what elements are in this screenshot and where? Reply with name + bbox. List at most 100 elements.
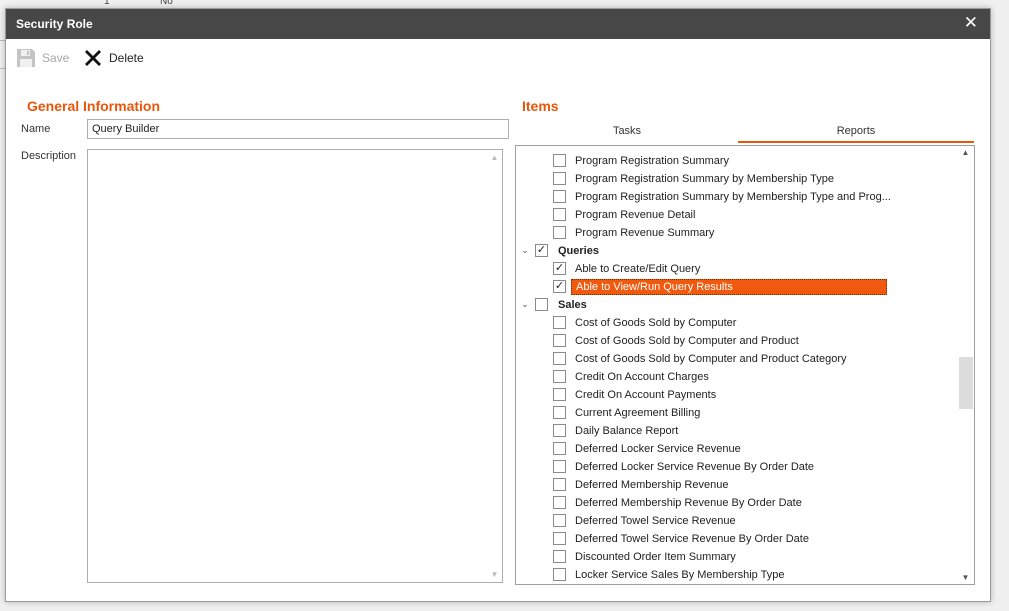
row-checkbox[interactable] <box>535 298 548 311</box>
row-checkbox[interactable]: ✓ <box>553 262 566 275</box>
checkmark-icon: ✓ <box>554 262 565 274</box>
tree-item-label: Daily Balance Report <box>575 425 679 437</box>
tree-item-label: Deferred Locker Service Revenue <box>575 443 741 455</box>
description-field[interactable]: ▲ ▼ <box>87 149 503 583</box>
reports-tree: Program Registration Summary Program Regi… <box>515 145 975 585</box>
tree-group-row[interactable]: ⌄ Sales <box>516 297 956 315</box>
tree-item-row[interactable]: ✓ Able to View/Run Query Results <box>516 279 956 297</box>
floppy-disk-icon <box>15 47 37 69</box>
row-checkbox[interactable] <box>553 154 566 167</box>
tree-item-label: Program Registration Summary <box>575 155 730 167</box>
tree-item-row[interactable]: Locker Service Sales By Membership Type <box>516 567 956 584</box>
row-checkbox[interactable] <box>553 370 566 383</box>
tree-item-row[interactable]: Credit On Account Payments <box>516 387 956 405</box>
row-checkbox[interactable] <box>553 208 566 221</box>
tree-scrollbar[interactable]: ▲ ▼ <box>957 146 974 584</box>
tree-item-row[interactable]: Current Agreement Billing <box>516 405 956 423</box>
row-checkbox[interactable] <box>553 568 566 581</box>
row-checkbox[interactable]: ✓ <box>553 280 566 293</box>
x-delete-icon <box>82 47 104 69</box>
scroll-down-arrow-icon[interactable]: ▼ <box>957 573 974 582</box>
tree-item-label: Cost of Goods Sold by Computer and Produ… <box>575 335 799 347</box>
tree-item-label: Deferred Membership Revenue By Order Dat… <box>575 497 802 509</box>
scroll-down-arrow-icon[interactable]: ▼ <box>488 570 501 579</box>
name-label: Name <box>21 123 51 135</box>
tree-item-row[interactable]: ✓ Able to Create/Edit Query <box>516 261 956 279</box>
tree-group-label: Sales <box>558 299 587 311</box>
tree-item-row[interactable]: Deferred Towel Service Revenue By Order … <box>516 531 956 549</box>
tree-item-label: Program Revenue Summary <box>575 227 715 239</box>
row-checkbox[interactable] <box>553 388 566 401</box>
tree-item-label: Current Agreement Billing <box>575 407 701 419</box>
tree-item-row[interactable]: Program Revenue Detail <box>516 207 956 225</box>
name-field[interactable] <box>87 119 509 139</box>
tree-item-row[interactable]: Cost of Goods Sold by Computer and Produ… <box>516 351 956 369</box>
dialog-title: Security Role <box>16 17 93 31</box>
delete-button[interactable]: Delete <box>82 47 144 69</box>
row-checkbox[interactable]: ✓ <box>535 244 548 257</box>
tree-item-label: Deferred Membership Revenue <box>575 479 729 491</box>
tree-item-row[interactable]: Deferred Towel Service Revenue <box>516 513 956 531</box>
scrollbar-thumb[interactable] <box>959 356 973 409</box>
general-information-title: General Information <box>27 98 161 114</box>
tree-item-label: Locker Service Sales By Membership Type <box>575 569 785 581</box>
tree-item-row[interactable]: Deferred Locker Service Revenue By Order… <box>516 459 956 477</box>
tree-item-label: Credit On Account Charges <box>575 371 709 383</box>
tree-item-row[interactable]: Deferred Membership Revenue <box>516 477 956 495</box>
tree-item-row[interactable]: Discounted Order Item Summary <box>516 549 956 567</box>
row-checkbox[interactable] <box>553 442 566 455</box>
row-checkbox[interactable] <box>553 190 566 203</box>
row-checkbox[interactable] <box>553 226 566 239</box>
tree-item-label: Program Revenue Detail <box>575 209 696 221</box>
tree-item-row[interactable]: Deferred Membership Revenue By Order Dat… <box>516 495 956 513</box>
tab-tasks[interactable]: Tasks <box>516 123 738 143</box>
row-checkbox[interactable] <box>553 172 566 185</box>
row-checkbox[interactable] <box>553 478 566 491</box>
scroll-up-arrow-icon[interactable]: ▲ <box>488 153 501 162</box>
tree-item-row[interactable]: Daily Balance Report <box>516 423 956 441</box>
tree-item-label: Credit On Account Payments <box>575 389 717 401</box>
save-button-label: Save <box>42 51 70 65</box>
checkmark-icon: ✓ <box>536 244 547 256</box>
row-checkbox[interactable] <box>553 550 566 563</box>
tree-group-row[interactable]: ⌄ ✓ Queries <box>516 243 956 261</box>
tree-item-row[interactable]: Program Registration Summary <box>516 153 956 171</box>
items-tabs: Tasks Reports <box>516 123 974 143</box>
close-icon[interactable]: ✕ <box>964 14 978 32</box>
tree-item-label: Deferred Towel Service Revenue <box>575 515 736 527</box>
row-checkbox[interactable] <box>553 514 566 527</box>
security-role-dialog: Security Role ✕ Save Delete General Info… <box>5 8 991 602</box>
row-checkbox[interactable] <box>553 316 566 329</box>
row-checkbox[interactable] <box>553 460 566 473</box>
chevron-down-icon[interactable]: ⌄ <box>520 245 530 257</box>
row-checkbox[interactable] <box>553 496 566 509</box>
save-button[interactable]: Save <box>15 47 69 69</box>
tree-item-label: Discounted Order Item Summary <box>575 551 736 563</box>
tree-item-label: Program Registration Summary by Membersh… <box>575 191 891 203</box>
description-scrollbar[interactable]: ▲ ▼ <box>488 151 501 581</box>
tree-item-row[interactable]: Credit On Account Charges <box>516 369 956 387</box>
tree-item-row[interactable]: Cost of Goods Sold by Computer and Produ… <box>516 333 956 351</box>
row-checkbox[interactable] <box>553 406 566 419</box>
row-checkbox[interactable] <box>553 352 566 365</box>
tree-item-row[interactable]: Program Registration Summary by Membersh… <box>516 171 956 189</box>
chevron-down-icon[interactable]: ⌄ <box>520 299 530 311</box>
items-title: Items <box>522 98 559 114</box>
tree-item-label: Able to Create/Edit Query <box>575 263 701 275</box>
tree-item-row[interactable]: Program Registration Summary by Membersh… <box>516 189 956 207</box>
tree-item-row[interactable]: Program Revenue Summary <box>516 225 956 243</box>
tree-item-label: Cost of Goods Sold by Computer <box>575 317 737 329</box>
scroll-up-arrow-icon[interactable]: ▲ <box>957 148 974 157</box>
tree-item-label: Deferred Locker Service Revenue By Order… <box>575 461 815 473</box>
checkmark-icon: ✓ <box>554 280 565 292</box>
dialog-titlebar: Security Role ✕ <box>6 9 990 39</box>
tree-item-label: Program Registration Summary by Membersh… <box>575 173 835 185</box>
tree-item-row[interactable]: Deferred Locker Service Revenue <box>516 441 956 459</box>
tab-reports[interactable]: Reports <box>738 123 974 143</box>
delete-button-label: Delete <box>109 51 144 65</box>
row-checkbox[interactable] <box>553 424 566 437</box>
tree-item-row[interactable]: Cost of Goods Sold by Computer <box>516 315 956 333</box>
row-checkbox[interactable] <box>553 334 566 347</box>
tree-group-label: Queries <box>558 245 599 257</box>
row-checkbox[interactable] <box>553 532 566 545</box>
